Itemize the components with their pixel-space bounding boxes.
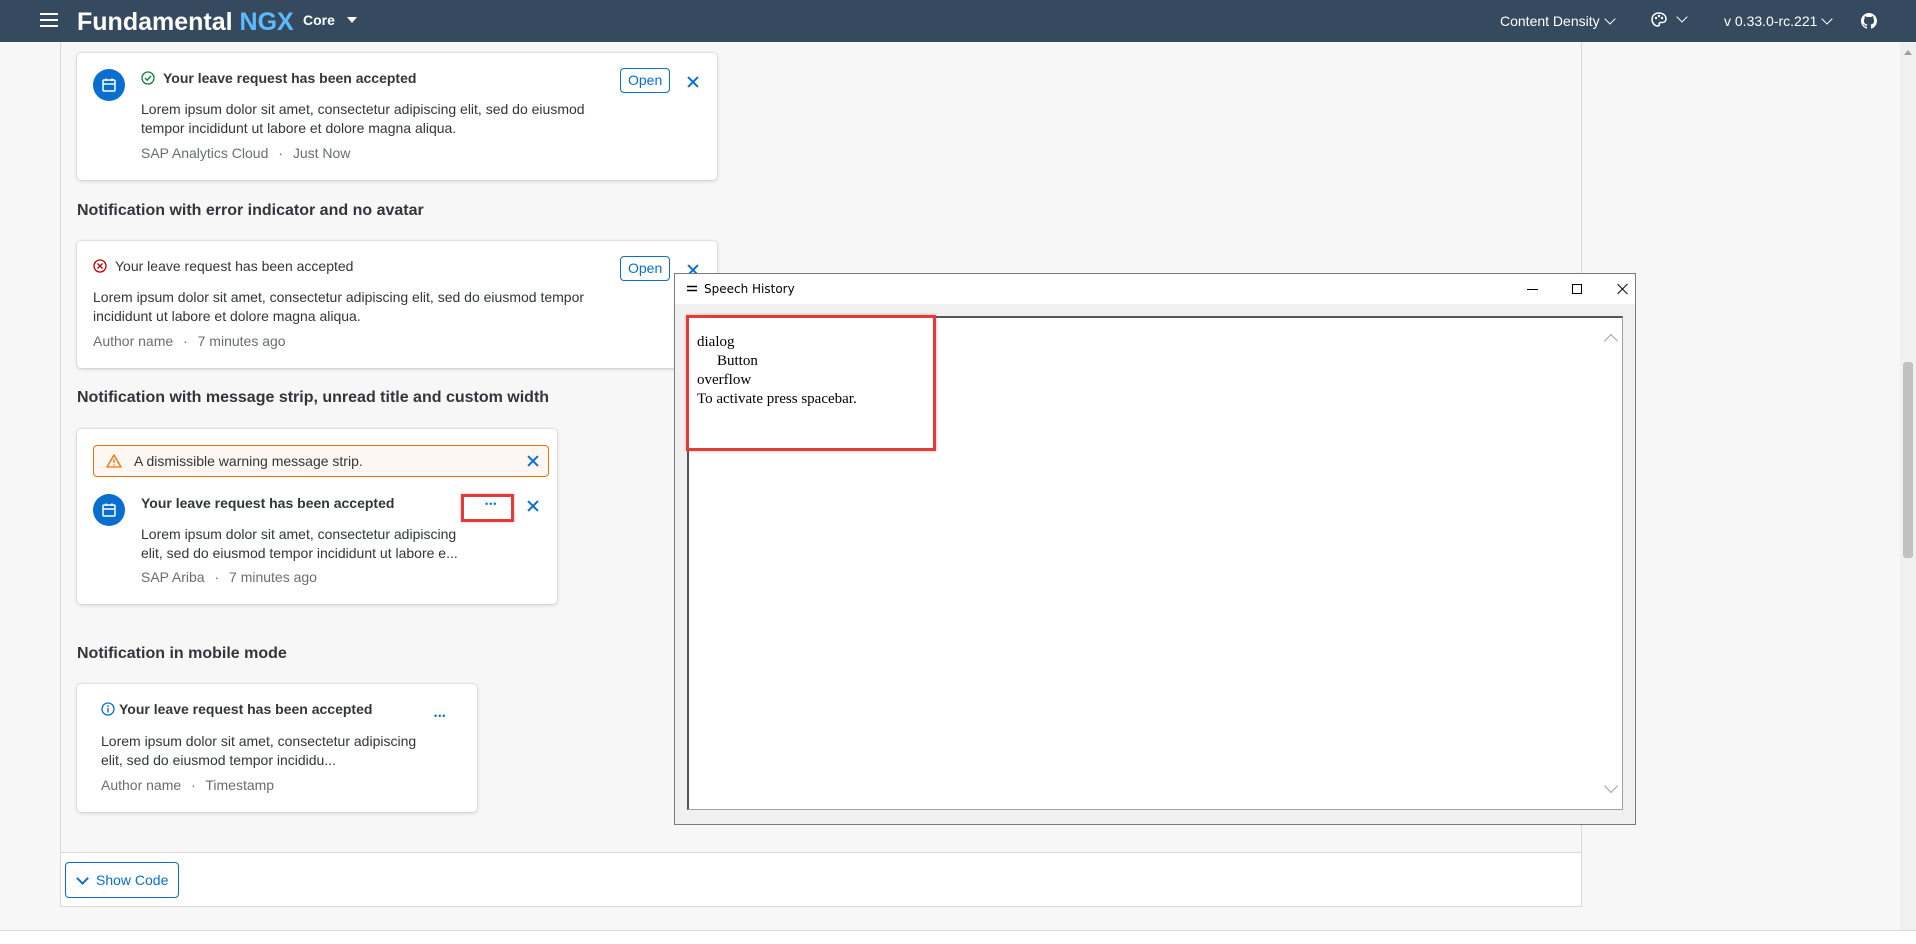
show-code-label: Show Code: [96, 872, 169, 888]
maximize-icon[interactable]: [1562, 278, 1592, 300]
notification-card-success: Your leave request has been accepted Ope…: [77, 53, 717, 180]
footer-separator: ·: [278, 145, 283, 161]
version-label: v 0.33.0-rc.221: [1724, 13, 1818, 29]
footer-separator: ·: [191, 777, 196, 793]
notification-time: Just Now: [292, 145, 351, 161]
notification-card-error: Your leave request has been accepted Ope…: [77, 241, 717, 368]
open-button[interactable]: Open: [620, 68, 671, 93]
chevron-down-icon: [1821, 13, 1834, 25]
notification-time: Timestamp: [205, 777, 275, 793]
notification-author: Author name: [101, 777, 182, 793]
scroll-up-icon[interactable]: [1904, 50, 1912, 55]
notification-body: Lorem ipsum dolor sit amet, consectetur …: [93, 289, 585, 324]
notification-card-mobile: Your leave request has been accepted •••…: [77, 684, 477, 812]
section-title: Notification in mobile mode: [77, 645, 287, 662]
notification-author: Author name: [93, 333, 174, 349]
window-menu-icon[interactable]: [687, 285, 697, 293]
minimize-icon[interactable]: [1517, 278, 1547, 300]
footer-separator: ·: [183, 333, 188, 349]
success-icon: [141, 71, 155, 85]
menu-icon[interactable]: [40, 13, 58, 29]
window-titlebar[interactable]: Speech History: [675, 274, 1635, 304]
section-title: Notification with message strip, unread …: [77, 389, 550, 406]
scroll-down-icon[interactable]: [1603, 778, 1619, 794]
theme-menu[interactable]: [1650, 11, 1688, 29]
caret-down-icon: [346, 17, 357, 23]
focus-highlight: [461, 494, 514, 522]
close-icon[interactable]: [526, 454, 540, 468]
notification-body: Lorem ipsum dolor sit amet, consectetur …: [141, 101, 585, 136]
notification-title: Your leave request has been accepted: [119, 701, 373, 717]
notification-time: 7 minutes ago: [197, 333, 286, 349]
window-close-icon[interactable]: [1607, 278, 1637, 300]
chevron-down-icon: [1676, 11, 1688, 23]
notification-footer: SAP Analytics Cloud · Just Now: [141, 145, 350, 161]
avatar: [93, 69, 125, 101]
palette-icon: [1651, 12, 1667, 28]
calendar-icon: [102, 503, 116, 517]
brand-main: Fundamental: [77, 8, 233, 36]
warning-icon: [106, 454, 122, 468]
speech-history-window: Speech History dialog Button overflow To…: [674, 273, 1636, 825]
scrollbar-thumb[interactable]: [1903, 362, 1913, 558]
notification-body: Lorem ipsum dolor sit amet, consectetur …: [101, 733, 417, 768]
content-density-menu[interactable]: Content Density: [1500, 13, 1616, 29]
version-menu[interactable]: v 0.33.0-rc.221: [1724, 13, 1834, 29]
product-menu-label: Core: [303, 12, 335, 28]
calendar-icon: [102, 78, 116, 92]
scroll-up-icon[interactable]: [1603, 333, 1619, 349]
notification-footer: SAP Ariba · 7 minutes ago: [141, 569, 317, 585]
overflow-button[interactable]: •••: [434, 711, 446, 721]
notification-footer: Author name · 7 minutes ago: [93, 333, 286, 349]
code-bar: [61, 852, 1581, 906]
notification-time: 7 minutes ago: [229, 569, 317, 585]
message-strip: A dismissible warning message strip.: [93, 445, 549, 477]
notification-body: Lorem ipsum dolor sit amet, consectetur …: [141, 526, 458, 561]
notification-author: SAP Ariba: [141, 569, 205, 585]
notification-title: Your leave request has been accepted: [115, 258, 354, 274]
close-icon[interactable]: [526, 499, 540, 513]
chevron-down-icon: [1603, 13, 1616, 25]
chevron-down-icon: [76, 872, 89, 885]
window-title: Speech History: [704, 282, 795, 296]
brand-accent: NGX: [239, 8, 294, 36]
information-icon: [101, 702, 115, 716]
github-icon[interactable]: [1861, 13, 1877, 29]
footer-separator: ·: [214, 569, 220, 585]
shellbar: Fundamental NGX Core Content Density v 0…: [0, 0, 1916, 42]
show-code-button[interactable]: Show Code: [65, 862, 180, 898]
product-menu[interactable]: Core: [303, 12, 357, 28]
content-density-label: Content Density: [1500, 13, 1600, 29]
focus-highlight: [686, 315, 936, 451]
message-strip-text: A dismissible warning message strip.: [134, 453, 363, 469]
notification-author: SAP Analytics Cloud: [141, 145, 269, 161]
bottom-bar: [0, 930, 1916, 944]
notification-title: Your leave request has been accepted: [163, 70, 417, 86]
section-title: Notification with error indicator and no…: [77, 202, 424, 219]
notification-title: Your leave request has been accepted: [141, 495, 395, 511]
error-icon: [93, 259, 107, 273]
close-icon[interactable]: [686, 75, 700, 89]
avatar: [93, 494, 125, 526]
open-button[interactable]: Open: [620, 256, 671, 281]
brand-title[interactable]: Fundamental NGX: [77, 8, 294, 37]
notification-footer: Author name · Timestamp: [101, 777, 274, 793]
